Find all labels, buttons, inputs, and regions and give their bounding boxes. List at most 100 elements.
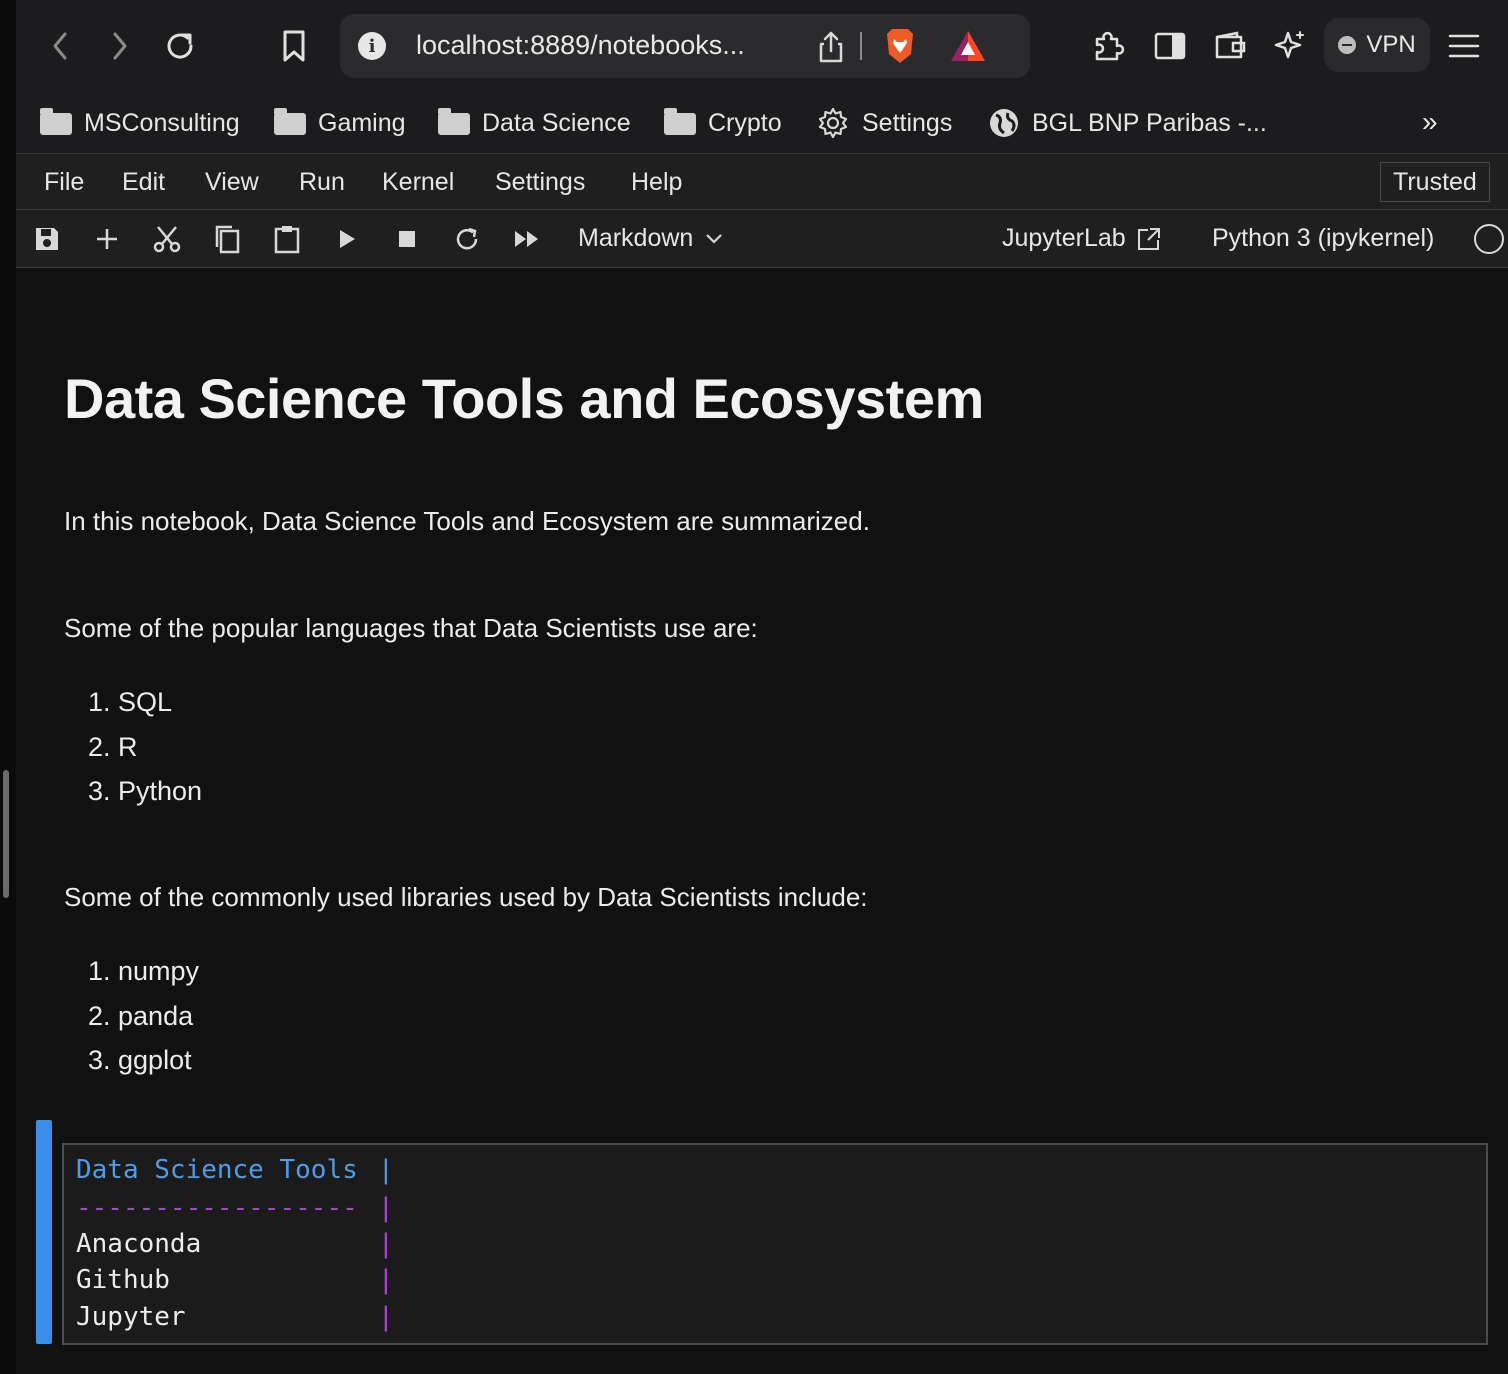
folder-icon [40, 108, 72, 135]
menu-settings[interactable]: Settings [495, 168, 585, 197]
menu-kernel[interactable]: Kernel [382, 168, 454, 197]
site-info-icon[interactable]: i [358, 32, 386, 60]
brave-rewards-icon[interactable] [948, 28, 988, 69]
leo-ai-button[interactable] [1266, 22, 1314, 70]
external-link-icon [1137, 227, 1160, 250]
sparkle-icon [1274, 31, 1304, 59]
notebook-toolbar: Markdown JupyterLab Python 3 (ipykernel) [16, 210, 1508, 268]
bookmark-folder-msconsulting[interactable]: MSConsulting [40, 106, 240, 140]
reload-button[interactable] [156, 22, 204, 70]
restart-run-all-button[interactable] [512, 224, 542, 254]
bookmark-label: Settings [862, 108, 953, 137]
code-header[interactable]: Data Science Tools [76, 1155, 358, 1185]
code-pipe: | [378, 1302, 394, 1332]
window-edge [0, 0, 16, 1374]
wallet-icon [1215, 31, 1246, 59]
markdown-cell-editor[interactable]: Data Science Tools ------------------ An… [62, 1143, 1488, 1345]
save-button[interactable] [32, 224, 62, 254]
bookmark-label: BGL BNP Paribas -... [1032, 108, 1267, 137]
menu-file[interactable]: File [44, 168, 84, 197]
run-cell-button[interactable] [332, 224, 362, 254]
code-row[interactable]: Github [76, 1265, 170, 1295]
chevron-left-icon [53, 32, 67, 60]
extensions-button[interactable] [1084, 22, 1132, 70]
code-separator[interactable]: ------------------ [76, 1193, 358, 1223]
scroll-indicator[interactable] [3, 770, 9, 898]
insert-cell-button[interactable] [92, 224, 122, 254]
list-item: 3. ggplot [88, 1045, 192, 1075]
code-row[interactable]: Anaconda [76, 1229, 201, 1259]
more-bookmarks-button[interactable]: » [1422, 106, 1438, 138]
list-item: 1. numpy [88, 956, 200, 986]
cell-type-select[interactable]: Markdown [578, 224, 723, 253]
jupyter-menu-bar: File Edit View Run Kernel Settings Help … [16, 154, 1508, 210]
sidebar-icon [1154, 32, 1186, 60]
list-item: 1. SQL [88, 687, 173, 717]
share-icon[interactable] [816, 30, 846, 69]
menu-run[interactable]: Run [299, 168, 345, 197]
menu-help[interactable]: Help [631, 168, 682, 197]
menu-edit[interactable]: Edit [122, 168, 165, 197]
brave-shields-icon[interactable] [882, 26, 918, 71]
notebook-content: Data Science Tools and Ecosystem In this… [16, 270, 1508, 1374]
vpn-status-icon [1338, 36, 1357, 54]
browser-window: i localhost:8889/notebooks... VPN MSCons… [16, 0, 1508, 1374]
languages-list: 1. SQL 2. R 3. Python [88, 680, 202, 814]
cell-type-value: Markdown [578, 224, 694, 252]
code-pipe: | [378, 1229, 394, 1259]
libraries-list: 1. numpy 2. panda 3. ggplot [88, 949, 199, 1083]
vpn-label: VPN [1366, 31, 1416, 58]
address-bar-divider [860, 32, 862, 60]
scissors-icon [153, 226, 181, 253]
interrupt-kernel-button[interactable] [392, 224, 422, 254]
hamburger-icon [1448, 34, 1480, 58]
folder-icon [438, 108, 470, 135]
bookmark-settings[interactable]: Settings [816, 106, 952, 140]
bookmark-bgl-bnp-paribas[interactable]: BGL BNP Paribas -... [988, 106, 1267, 140]
stop-icon [399, 231, 415, 247]
copy-cell-button[interactable] [212, 224, 242, 254]
bookmark-folder-crypto[interactable]: Crypto [664, 106, 782, 140]
list-item: 2. panda [88, 1000, 194, 1031]
restart-kernel-button[interactable] [452, 224, 482, 254]
bookmark-label: MSConsulting [84, 108, 240, 137]
bookmark-folder-gaming[interactable]: Gaming [274, 106, 406, 140]
back-button[interactable] [36, 22, 84, 70]
gear-icon [818, 107, 848, 139]
bookmark-button[interactable] [270, 22, 318, 70]
bookmark-folder-data-science[interactable]: Data Science [438, 106, 631, 140]
globe-icon [990, 109, 1018, 137]
bookmark-label: Gaming [318, 108, 406, 137]
plus-icon [97, 229, 117, 249]
code-row[interactable]: Jupyter [76, 1302, 186, 1332]
bookmark-label: Data Science [482, 108, 631, 137]
trusted-indicator[interactable]: Trusted [1380, 162, 1490, 202]
forward-button[interactable] [96, 22, 144, 70]
puzzle-icon [1095, 31, 1125, 61]
url-text[interactable]: localhost:8889/notebooks... [416, 30, 745, 61]
address-bar[interactable]: i localhost:8889/notebooks... [340, 14, 1030, 78]
reload-icon [167, 33, 193, 59]
active-cell-indicator[interactable] [36, 1120, 52, 1344]
libraries-heading: Some of the commonly used libraries used… [64, 882, 868, 912]
wallet-button[interactable] [1206, 22, 1254, 70]
chevron-right-icon [113, 32, 127, 60]
bookmark-icon [283, 30, 305, 62]
kernel-name[interactable]: Python 3 (ipykernel) [1212, 224, 1434, 253]
vpn-button[interactable]: VPN [1324, 18, 1430, 72]
folder-icon [274, 108, 306, 135]
languages-heading: Some of the popular languages that Data … [64, 613, 758, 643]
open-in-jupyterlab-link[interactable]: JupyterLab [1002, 224, 1162, 253]
menu-view[interactable]: View [205, 168, 259, 197]
kernel-status-icon [1474, 224, 1504, 254]
cut-cell-button[interactable] [152, 224, 182, 254]
intro-paragraph: In this notebook, Data Science Tools and… [64, 506, 870, 536]
browser-toolbar: i localhost:8889/notebooks... VPN [16, 0, 1508, 92]
main-menu-button[interactable] [1440, 22, 1488, 70]
restart-icon [456, 227, 478, 250]
paste-cell-button[interactable] [272, 224, 302, 254]
save-icon [36, 228, 58, 250]
list-item: 3. Python [88, 776, 203, 806]
sidebar-toggle-button[interactable] [1146, 22, 1194, 70]
clipboard-icon [274, 226, 300, 254]
